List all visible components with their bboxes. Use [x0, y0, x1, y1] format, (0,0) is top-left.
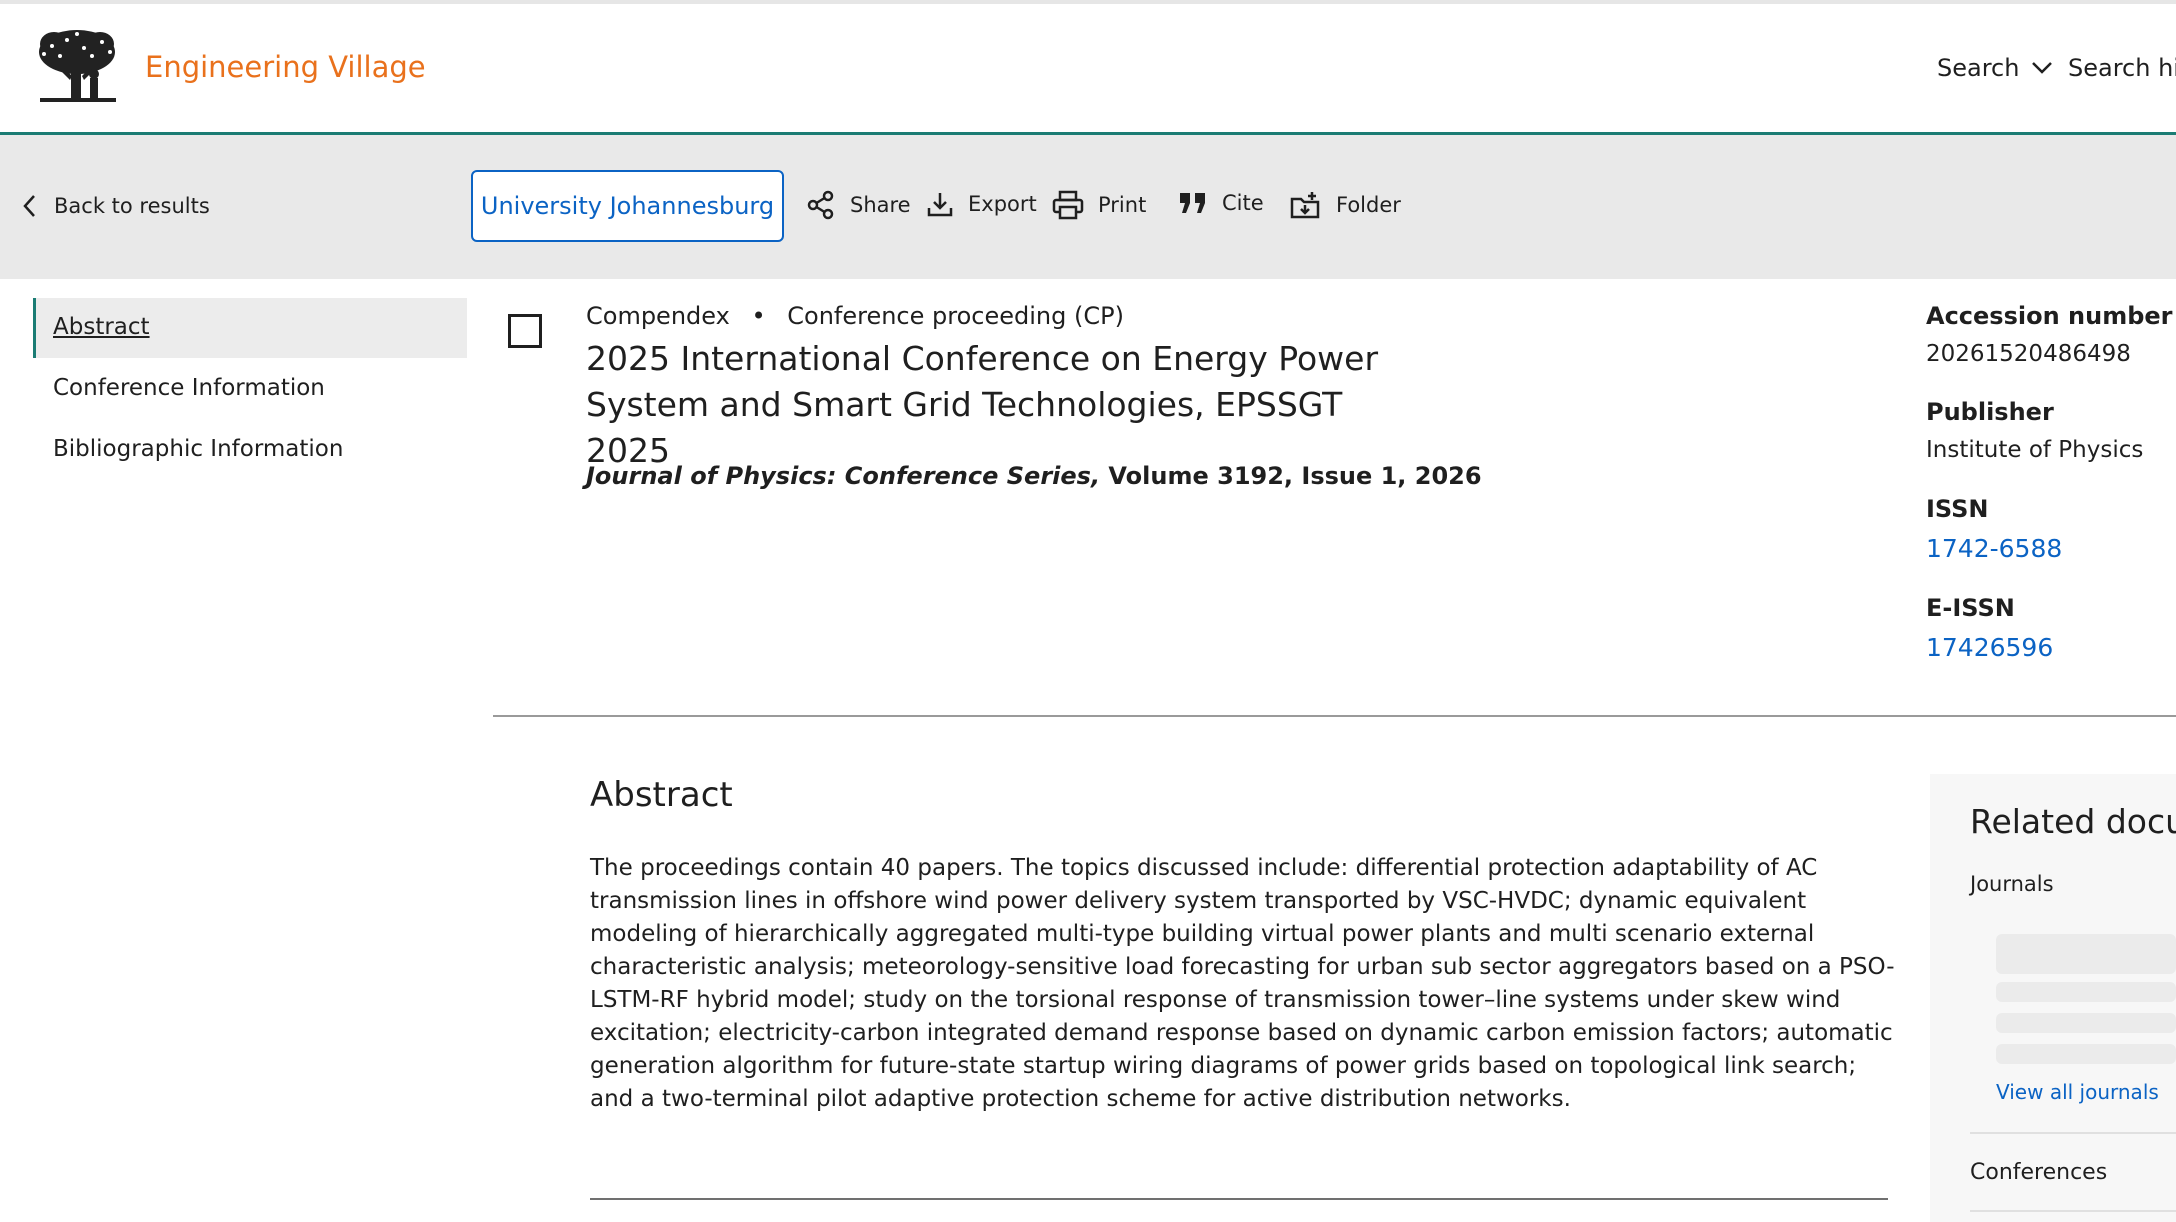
abstract-text: The proceedings contain 40 papers. The t…	[590, 855, 1895, 1112]
journal-name: Journal of Physics: Conference Series,	[586, 462, 1101, 490]
cite-button[interactable]: Cite	[1178, 190, 1264, 216]
folder-label: Folder	[1336, 193, 1401, 217]
brand-name[interactable]: Engineering Village	[145, 50, 426, 84]
record-title: 2025 International Conference on Energy …	[586, 336, 1406, 474]
loading-skeleton	[1996, 1013, 2176, 1033]
loading-skeleton	[1996, 982, 2176, 1002]
document-type: Conference proceeding (CP)	[787, 302, 1124, 330]
record-title-line-2: System and Smart Grid Technologies, EPSS…	[586, 385, 1343, 470]
chevron-down-icon	[2032, 62, 2053, 74]
sidebar-item-conference-information[interactable]: Conference Information	[53, 375, 325, 401]
printer-icon	[1052, 190, 1084, 220]
print-button[interactable]: Print	[1052, 190, 1146, 220]
loading-skeleton	[1996, 1044, 2176, 1064]
download-icon	[927, 193, 953, 217]
database-label: Compendex	[586, 302, 730, 330]
share-button[interactable]: Share	[806, 190, 911, 220]
accession-number-value: 20261520486498	[1926, 341, 2131, 367]
related-conferences-label: Conferences	[1970, 1160, 2108, 1185]
related-documents-title: Related docur	[1970, 802, 2176, 841]
issn-link[interactable]: 1742-6588	[1926, 534, 2062, 563]
export-button[interactable]: Export	[926, 190, 1037, 218]
eissn-link[interactable]: 17426596	[1926, 633, 2053, 662]
print-label: Print	[1098, 193, 1147, 217]
back-label: Back to results	[54, 194, 210, 218]
record-title-line-1: 2025 International Conference on Energy …	[586, 339, 1379, 378]
publisher-value: Institute of Physics	[1926, 437, 2144, 463]
sidebar-item-bibliographic-information[interactable]: Bibliographic Information	[53, 436, 343, 462]
nav-search-label: Search	[1937, 54, 2020, 82]
chevron-left-icon	[23, 195, 35, 217]
accession-number-label: Accession number	[1926, 302, 2173, 330]
institution-button[interactable]: University Johannesburg	[471, 170, 784, 242]
volume-issue-year: Volume 3192, Issue 1, 2026	[1100, 462, 1482, 490]
folder-add-icon	[1290, 192, 1320, 219]
related-divider	[1970, 1210, 2176, 1212]
export-label: Export	[968, 192, 1037, 216]
section-divider	[493, 715, 2176, 717]
abstract-divider	[590, 1198, 1888, 1200]
cite-label: Cite	[1222, 191, 1264, 215]
issn-label: ISSN	[1926, 495, 1989, 523]
quote-icon	[1180, 193, 1205, 213]
publisher-label: Publisher	[1926, 398, 2054, 426]
related-divider	[1970, 1132, 2176, 1134]
nav-search-history[interactable]: Search his	[2068, 54, 2176, 82]
sidebar-item-abstract[interactable]: Abstract	[53, 314, 150, 340]
meta-separator: •	[751, 302, 766, 330]
abstract-heading: Abstract	[590, 775, 733, 815]
related-journals-label: Journals	[1970, 872, 2054, 896]
share-label: Share	[850, 193, 911, 217]
record-meta: Compendex • Conference proceeding (CP)	[586, 302, 1124, 330]
folder-button[interactable]: Folder	[1290, 190, 1401, 220]
select-record-checkbox[interactable]	[508, 314, 542, 348]
source-citation: Journal of Physics: Conference Series, V…	[586, 462, 1482, 490]
elsevier-tree-logo-icon[interactable]	[32, 26, 122, 108]
back-to-results-link[interactable]: Back to results	[22, 194, 210, 218]
nav-search-menu[interactable]: Search	[1937, 54, 2053, 82]
loading-skeleton	[1996, 934, 2176, 974]
share-icon	[807, 190, 834, 220]
view-all-journals-link[interactable]: View all journals	[1996, 1080, 2159, 1104]
eissn-label: E-ISSN	[1926, 594, 2015, 622]
